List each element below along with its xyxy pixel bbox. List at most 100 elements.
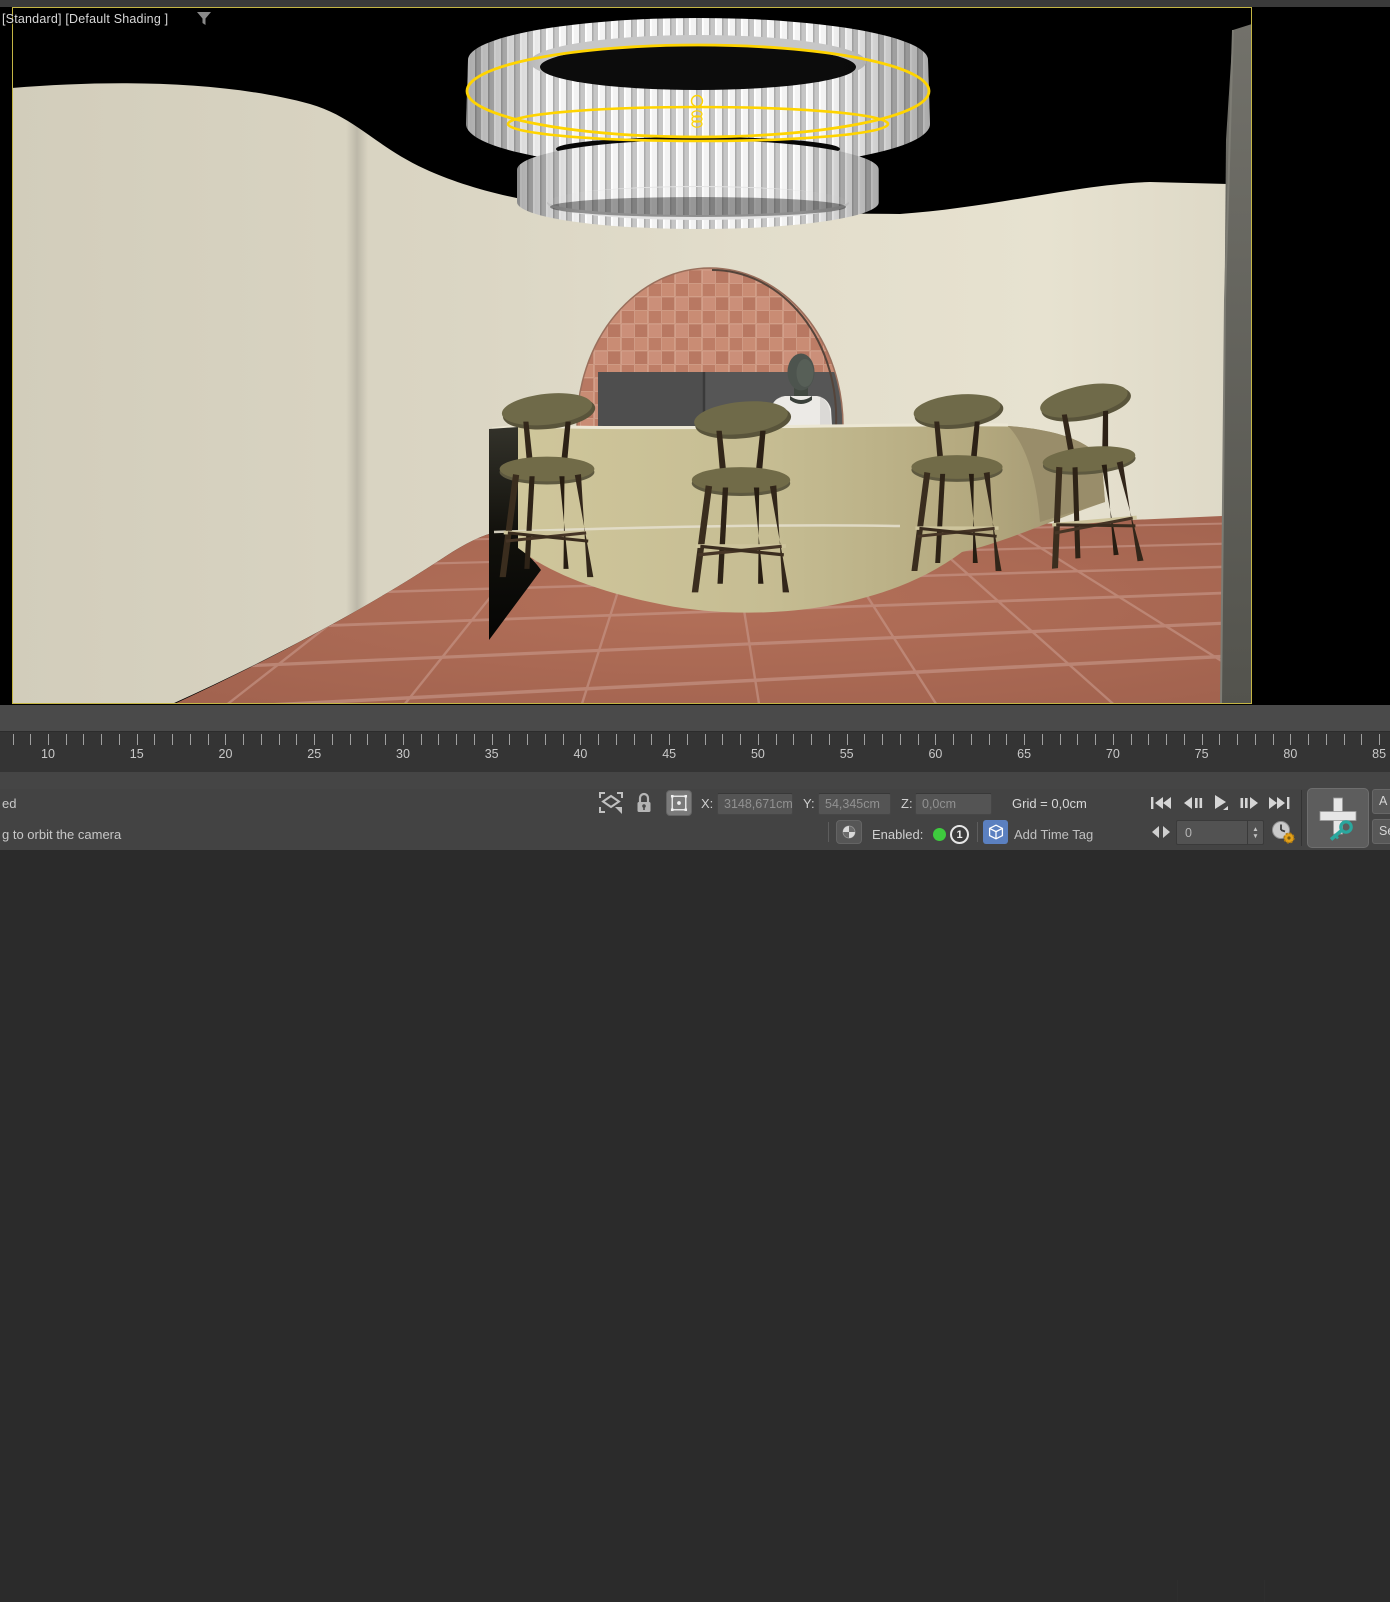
absolute-mode-icon[interactable]	[666, 790, 692, 816]
ruler-label: 15	[130, 747, 144, 761]
selection-lock-icon[interactable]	[634, 791, 654, 815]
enabled-count-badge[interactable]: 1	[950, 825, 969, 844]
ruler-label: 35	[485, 747, 499, 761]
ruler-tick	[900, 734, 901, 745]
ruler-tick	[669, 734, 670, 745]
shield-icon[interactable]	[836, 820, 862, 844]
ruler-tick	[137, 734, 138, 745]
go-to-end-button[interactable]	[1266, 791, 1293, 814]
separator	[977, 822, 978, 842]
go-to-start-button[interactable]	[1148, 791, 1175, 814]
ruler-tick	[1024, 734, 1025, 745]
ruler-tick	[882, 734, 883, 745]
current-frame-value[interactable]: 0	[1177, 826, 1247, 840]
ruler-tick	[1326, 734, 1327, 745]
isolate-selection-icon[interactable]	[598, 791, 624, 815]
ruler-tick	[1219, 734, 1220, 745]
ruler-tick	[1113, 734, 1114, 745]
ruler-label: 20	[219, 747, 233, 761]
enabled-label: Enabled:	[872, 827, 923, 842]
ruler-label: 50	[751, 747, 765, 761]
ruler-tick	[172, 734, 173, 745]
chandelier-selected[interactable]	[466, 18, 930, 229]
ruler-tick	[1237, 734, 1238, 745]
auto-key-button[interactable]: A	[1372, 789, 1390, 814]
next-frame-button[interactable]	[1236, 791, 1263, 814]
separator	[1264, 1580, 1265, 1602]
ruler-label: 80	[1283, 747, 1297, 761]
cube-icon[interactable]	[983, 820, 1008, 844]
ruler-tick	[1202, 734, 1203, 745]
previous-frame-button[interactable]	[1180, 791, 1207, 814]
viewport-3d-scene[interactable]	[12, 7, 1252, 704]
current-frame-field[interactable]: 0 ▲▼	[1176, 820, 1264, 845]
ruler-tick	[314, 734, 315, 745]
ruler-tick	[758, 734, 759, 745]
y-coordinate-field[interactable]: 54,345cm	[818, 793, 891, 815]
ruler-tick	[705, 734, 706, 745]
ruler-tick	[350, 734, 351, 745]
ruler-tick	[953, 734, 954, 745]
funnel-icon[interactable]	[196, 11, 212, 27]
ruler-tick	[403, 734, 404, 745]
separator	[1177, 1580, 1178, 1602]
ruler-tick	[616, 734, 617, 745]
viewport-shading-label[interactable]: [Standard] [Default Shading ]	[2, 12, 168, 26]
z-coordinate-field[interactable]: 0,0cm	[915, 793, 992, 815]
key-mode-toggle-icon[interactable]	[1150, 823, 1172, 841]
clock-gear-icon[interactable]	[1270, 819, 1296, 845]
ruler-label: 30	[396, 747, 410, 761]
ruler-label: 40	[573, 747, 587, 761]
ruler-label: 75	[1195, 747, 1209, 761]
x-coordinate-field[interactable]: 3148,671cm	[717, 793, 793, 815]
add-time-tag-button[interactable]: Add Time Tag	[1014, 827, 1093, 842]
ruler-tick	[367, 734, 368, 745]
ruler-tick	[101, 734, 102, 745]
ruler-tick	[935, 734, 936, 745]
ruler-label: 10	[41, 747, 55, 761]
ruler-tick	[1344, 734, 1345, 745]
ruler-tick	[989, 734, 990, 745]
frame-spinner[interactable]: ▲▼	[1247, 821, 1263, 844]
ruler-tick	[918, 734, 919, 745]
ruler-tick	[421, 734, 422, 745]
status-divider-strip	[0, 772, 1390, 789]
ruler-tick	[1006, 734, 1007, 745]
ruler-tick	[332, 734, 333, 745]
play-button[interactable]	[1208, 791, 1235, 814]
timeline-ruler[interactable]: 10152025303540455055606570758085	[0, 732, 1390, 772]
ruler-tick	[208, 734, 209, 745]
ruler-tick	[279, 734, 280, 745]
ruler-label: 70	[1106, 747, 1120, 761]
viewport-area[interactable]	[0, 7, 1390, 705]
ruler-tick	[225, 734, 226, 745]
ruler-tick	[509, 734, 510, 745]
ruler-tick	[545, 734, 546, 745]
ruler-tick	[1095, 734, 1096, 745]
track-bar[interactable]	[0, 705, 1390, 732]
set-key-button[interactable]: Se	[1372, 819, 1390, 844]
ruler-tick	[492, 734, 493, 745]
ruler-tick	[1290, 734, 1291, 745]
ruler-tick	[793, 734, 794, 745]
enabled-status-dot	[933, 828, 946, 841]
ruler-label: 85	[1372, 747, 1386, 761]
ruler-tick	[438, 734, 439, 745]
ruler-tick	[651, 734, 652, 745]
status-line-2: g to orbit the camera	[2, 827, 121, 842]
ruler-tick	[847, 734, 848, 745]
ruler-tick	[48, 734, 49, 745]
ruler-label: 65	[1017, 747, 1031, 761]
ruler-tick	[296, 734, 297, 745]
separator	[1301, 790, 1302, 846]
window-top-strip	[0, 0, 1390, 7]
ruler-tick	[1184, 734, 1185, 745]
ruler-tick	[811, 734, 812, 745]
ruler-tick	[119, 734, 120, 745]
separator	[828, 822, 829, 842]
ruler-tick	[83, 734, 84, 745]
ruler-tick	[580, 734, 581, 745]
ruler-tick	[66, 734, 67, 745]
set-keys-button[interactable]	[1307, 788, 1369, 848]
ruler-tick	[1060, 734, 1061, 745]
